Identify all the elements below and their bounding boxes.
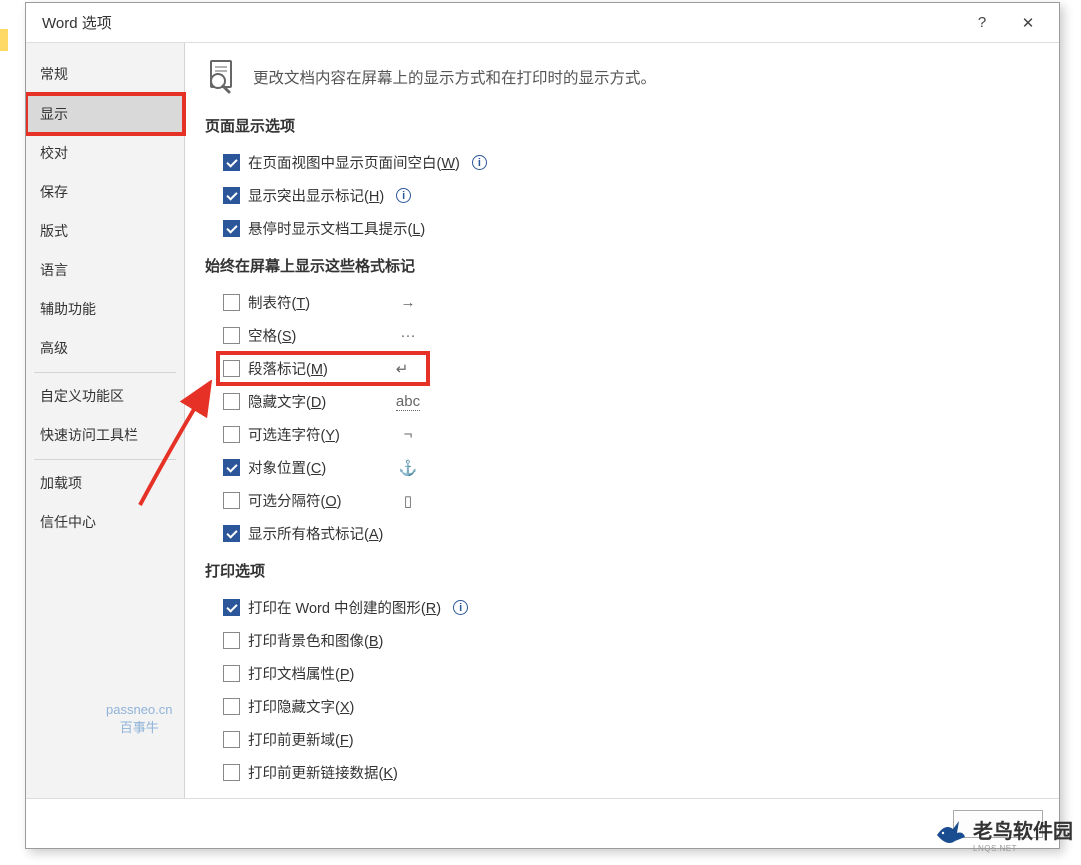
option-label[interactable]: 打印前更新域(F) <box>248 729 354 750</box>
sidebar-item-customize-ribbon[interactable]: 自定义功能区 <box>26 377 184 416</box>
sidebar-separator <box>34 372 176 373</box>
checkbox-drawings[interactable] <box>223 599 240 616</box>
option-label[interactable]: 在页面视图中显示页面间空白(W) <box>248 152 460 173</box>
section-title-formatting-marks: 始终在屏幕上显示这些格式标记 <box>205 255 1035 276</box>
checkbox-highlighter[interactable] <box>223 187 240 204</box>
sidebar-item-save[interactable]: 保存 <box>26 173 184 212</box>
option-update-fields: 打印前更新域(F) <box>223 729 1035 750</box>
option-tabs: 制表符(T) → <box>223 292 423 313</box>
option-label[interactable]: 制表符(T) <box>248 292 310 313</box>
background-yellow-marker <box>0 29 8 51</box>
dialog-body: 常规 显示 校对 保存 版式 语言 辅助功能 高级 自定义功能区 快速访问工具栏… <box>26 43 1059 798</box>
sidebar-item-accessibility[interactable]: 辅助功能 <box>26 290 184 329</box>
format-symbol: ⚓ <box>393 459 423 477</box>
checkbox-tabs[interactable] <box>223 294 240 311</box>
section-title-printing: 打印选项 <box>205 560 1035 581</box>
option-label[interactable]: 打印前更新链接数据(K) <box>248 762 398 783</box>
option-label[interactable]: 可选分隔符(O) <box>248 490 341 511</box>
option-label[interactable]: 空格(S) <box>248 325 296 346</box>
option-highlighter: 显示突出显示标记(H) i <box>223 185 1035 206</box>
sidebar: 常规 显示 校对 保存 版式 语言 辅助功能 高级 自定义功能区 快速访问工具栏… <box>26 43 185 798</box>
sidebar-item-proofing[interactable]: 校对 <box>26 134 184 173</box>
checkbox-properties[interactable] <box>223 665 240 682</box>
content-header: 更改文档内容在屏幕上的显示方式和在打印时的显示方式。 <box>205 59 1035 95</box>
info-icon[interactable]: i <box>453 600 468 615</box>
page-magnifier-icon <box>205 59 239 95</box>
titlebar: Word 选项 ? ✕ <box>26 3 1059 43</box>
watermark-right: 老鸟软件园 LNQS.NET <box>933 815 1073 853</box>
sidebar-separator <box>34 459 176 460</box>
sidebar-item-quick-access[interactable]: 快速访问工具栏 <box>26 416 184 455</box>
checkbox-optional-hyphens[interactable] <box>223 426 240 443</box>
background-stub <box>0 0 8 865</box>
option-background: 打印背景色和图像(B) <box>223 630 1035 651</box>
watermark-right-sub: LNQS.NET <box>973 844 1073 853</box>
format-symbol: → <box>393 294 423 311</box>
format-symbol: ¬ <box>393 426 423 443</box>
format-symbol: ▯ <box>393 492 423 510</box>
sidebar-item-layout[interactable]: 版式 <box>26 212 184 251</box>
option-hidden: 打印隐藏文字(X) <box>223 696 1035 717</box>
info-icon[interactable]: i <box>472 155 487 170</box>
option-drawings: 打印在 Word 中创建的图形(R) i <box>223 597 1035 618</box>
bird-icon <box>933 819 967 849</box>
option-label[interactable]: 打印文档属性(P) <box>248 663 354 684</box>
watermark-left-line2: 百事牛 <box>106 719 173 737</box>
word-options-dialog: Word 选项 ? ✕ 常规 显示 校对 保存 版式 语言 辅助功能 高级 自定… <box>25 2 1060 849</box>
close-button[interactable]: ✕ <box>1005 3 1051 43</box>
option-label[interactable]: 打印在 Word 中创建的图形(R) <box>248 597 441 618</box>
watermark-right-main: 老鸟软件园 <box>973 815 1073 844</box>
sidebar-item-addins[interactable]: 加载项 <box>26 464 184 503</box>
option-label[interactable]: 段落标记(M) <box>248 358 328 379</box>
option-object-anchors: 对象位置(C) ⚓ <box>223 457 423 478</box>
sidebar-item-trust-center[interactable]: 信任中心 <box>26 503 184 542</box>
checkbox-white-space[interactable] <box>223 154 240 171</box>
option-label[interactable]: 打印隐藏文字(X) <box>248 696 354 717</box>
option-label[interactable]: 显示突出显示标记(H) <box>248 185 384 206</box>
option-properties: 打印文档属性(P) <box>223 663 1035 684</box>
sidebar-item-advanced[interactable]: 高级 <box>26 329 184 368</box>
option-paragraph: 段落标记(M) ↵ <box>223 358 423 379</box>
checkbox-tooltips[interactable] <box>223 220 240 237</box>
section-title-page-display: 页面显示选项 <box>205 115 1035 136</box>
checkbox-paragraph[interactable] <box>223 360 240 377</box>
option-white-space: 在页面视图中显示页面间空白(W) i <box>223 152 1035 173</box>
dialog-footer <box>26 798 1059 848</box>
sidebar-item-display[interactable]: 显示 <box>26 94 184 134</box>
option-label[interactable]: 悬停时显示文档工具提示(L) <box>248 218 425 239</box>
checkbox-update-fields[interactable] <box>223 731 240 748</box>
option-label[interactable]: 打印背景色和图像(B) <box>248 630 383 651</box>
option-optional-hyphens: 可选连字符(Y) ¬ <box>223 424 423 445</box>
checkbox-hidden[interactable] <box>223 698 240 715</box>
info-icon[interactable]: i <box>396 188 411 203</box>
option-optional-breaks: 可选分隔符(O) ▯ <box>223 490 423 511</box>
content-description: 更改文档内容在屏幕上的显示方式和在打印时的显示方式。 <box>253 66 656 88</box>
option-label[interactable]: 对象位置(C) <box>248 457 326 478</box>
option-show-all: 显示所有格式标记(A) <box>223 523 423 544</box>
option-tooltips: 悬停时显示文档工具提示(L) <box>223 218 1035 239</box>
option-label[interactable]: 隐藏文字(D) <box>248 391 326 412</box>
dialog-title: Word 选项 <box>42 12 959 33</box>
watermark-left: passneo.cn 百事牛 <box>106 701 173 737</box>
checkbox-show-all[interactable] <box>223 525 240 542</box>
sidebar-item-general[interactable]: 常规 <box>26 55 184 94</box>
option-update-links: 打印前更新链接数据(K) <box>223 762 1035 783</box>
checkbox-hidden-text[interactable] <box>223 393 240 410</box>
help-button[interactable]: ? <box>959 3 1005 43</box>
option-spaces: 空格(S) ··· <box>223 325 423 346</box>
option-label[interactable]: 可选连字符(Y) <box>248 424 340 445</box>
checkbox-optional-breaks[interactable] <box>223 492 240 509</box>
checkbox-spaces[interactable] <box>223 327 240 344</box>
sidebar-item-language[interactable]: 语言 <box>26 251 184 290</box>
content-pane: 更改文档内容在屏幕上的显示方式和在打印时的显示方式。 页面显示选项 在页面视图中… <box>185 43 1059 798</box>
option-label[interactable]: 显示所有格式标记(A) <box>248 523 383 544</box>
checkbox-background[interactable] <box>223 632 240 649</box>
format-symbol: ↵ <box>387 360 417 378</box>
checkbox-update-links[interactable] <box>223 764 240 781</box>
format-symbol: abc <box>393 393 423 410</box>
format-symbol: ··· <box>393 327 423 344</box>
checkbox-object-anchors[interactable] <box>223 459 240 476</box>
watermark-left-line1: passneo.cn <box>106 701 173 719</box>
option-hidden-text: 隐藏文字(D) abc <box>223 391 423 412</box>
